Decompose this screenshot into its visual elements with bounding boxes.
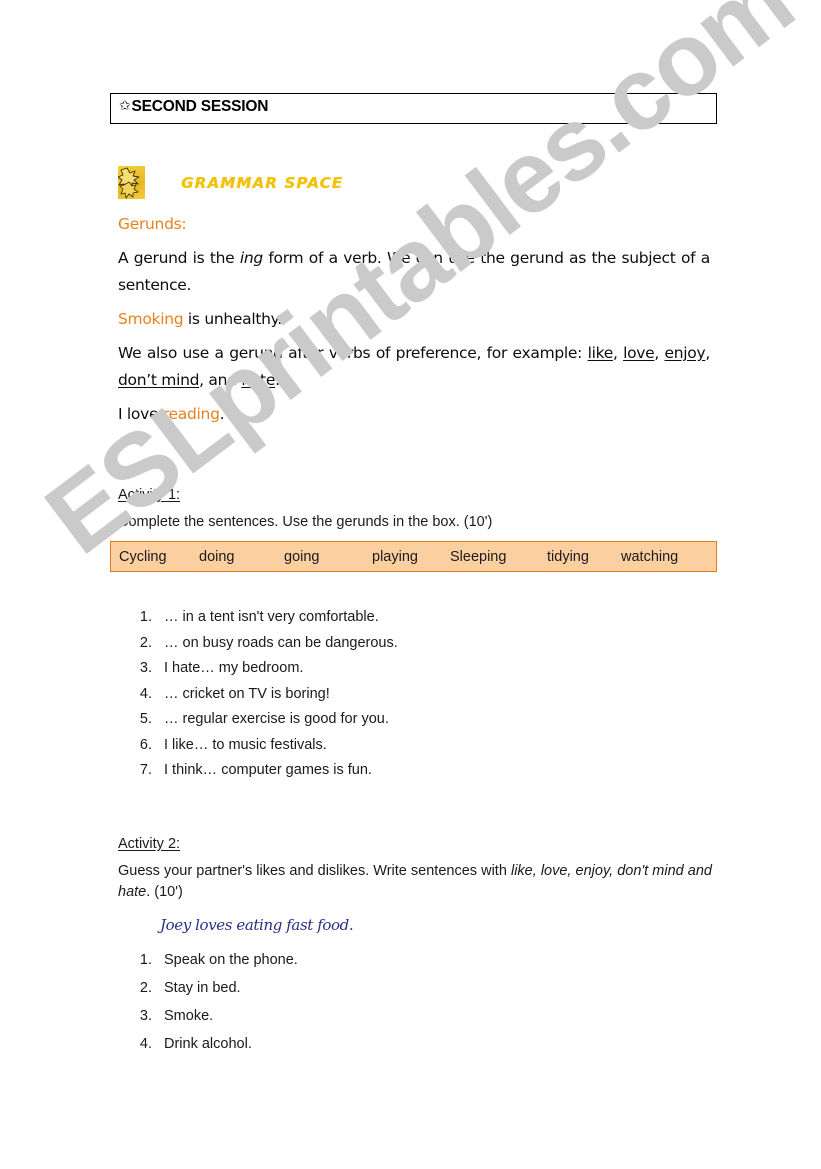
word-bank-item: playing <box>372 548 418 565</box>
worksheet-page: ESLprintables.com ✩SECOND SESSION GRAMMA… <box>0 0 821 1169</box>
activity-2-heading: Activity 2: <box>118 836 181 852</box>
question-list: … in a tent isn't very comfortable. … on… <box>118 609 718 779</box>
lesson-body: Gerunds: A gerund is the ing form of a v… <box>118 211 718 435</box>
smoking-rest: is unhealthy. <box>183 310 282 328</box>
verb-dont-mind: don’t mind <box>118 371 200 389</box>
list-item: I think… computer games is fun. <box>156 762 718 779</box>
list-item: … regular exercise is good for you. <box>156 711 718 728</box>
grammar-space-heading: GRAMMAR SPACE <box>118 166 343 199</box>
word-bank-item: Sleeping <box>450 548 507 565</box>
list-item: Drink alcohol. <box>156 1036 718 1053</box>
definition-ing: ing <box>239 249 263 267</box>
word-bank-item: doing <box>199 548 235 565</box>
word-bank-item: going <box>284 548 320 565</box>
definition-pre: A gerund is the <box>118 249 240 267</box>
verbs-conjunction: and <box>208 371 237 389</box>
word-bank-item: watching <box>621 548 679 565</box>
gerund-definition: A gerund is the ing form of a verb. We c… <box>118 245 710 299</box>
star-burst-icon <box>118 166 145 199</box>
gerunds-heading: Gerunds: <box>118 215 187 233</box>
list-item: … on busy roads can be dangerous. <box>156 635 718 652</box>
handwritten-example: Joey loves eating fast food. <box>160 916 354 934</box>
smoking-gerund: Smoking <box>118 310 184 328</box>
list-item: I like… to music festivals. <box>156 737 718 754</box>
prompt-list: Speak on the phone. Stay in bed. Smoke. … <box>118 952 718 1053</box>
star-icon: ✩ <box>119 97 131 113</box>
list-item: Stay in bed. <box>156 980 718 997</box>
activity-2-instructions-pre: Guess your partner's likes and dislikes.… <box>118 863 511 879</box>
session-title-text: ✩SECOND SESSION <box>119 97 268 116</box>
word-bank: Cycling doing going playing Sleeping tid… <box>110 541 717 572</box>
activity-1-questions: … in a tent isn't very comfortable. … on… <box>118 609 718 788</box>
word-bank-item: tidying <box>547 548 589 565</box>
list-item: I hate… my bedroom. <box>156 660 718 677</box>
reading-example: I love reading. <box>118 401 718 428</box>
session-title-box: ✩SECOND SESSION <box>110 93 717 124</box>
verb-love: love <box>623 344 655 362</box>
word-bank-item: Cycling <box>119 548 167 565</box>
activity-2-instructions-post: . (10') <box>146 884 183 900</box>
reading-gerund: reading <box>162 405 220 423</box>
verbs-intro: We also use a gerund after verbs of pref… <box>118 344 588 362</box>
session-title-label: SECOND SESSION <box>131 98 269 115</box>
reading-pre: I love <box>118 405 163 423</box>
activity-1-instructions: Complete the sentences. Use the gerunds … <box>118 514 493 530</box>
verb-like: like <box>587 344 614 362</box>
preference-verbs-sentence: We also use a gerund after verbs of pref… <box>118 344 710 389</box>
activity-2-section: Activity 2: Guess your partner's likes a… <box>118 836 718 903</box>
list-item: Smoke. <box>156 1008 718 1025</box>
reading-post: . <box>219 405 225 423</box>
activity-2-instructions: Guess your partner's likes and dislikes.… <box>118 861 712 903</box>
activity-1-heading: Activity 1: <box>118 487 181 503</box>
activity-1-section: Activity 1: Complete the sentences. Use … <box>118 487 718 533</box>
list-item: Speak on the phone. <box>156 952 718 969</box>
list-item: … in a tent isn't very comfortable. <box>156 609 718 626</box>
grammar-space-label: GRAMMAR SPACE <box>181 173 344 192</box>
activity-2-prompts: Speak on the phone. Stay in bed. Smoke. … <box>118 952 718 1064</box>
verb-enjoy: enjoy <box>664 344 706 362</box>
verb-hate: hate <box>241 371 276 389</box>
list-item: … cricket on TV is boring! <box>156 686 718 703</box>
smoking-example: Smoking is unhealthy. <box>118 306 718 333</box>
